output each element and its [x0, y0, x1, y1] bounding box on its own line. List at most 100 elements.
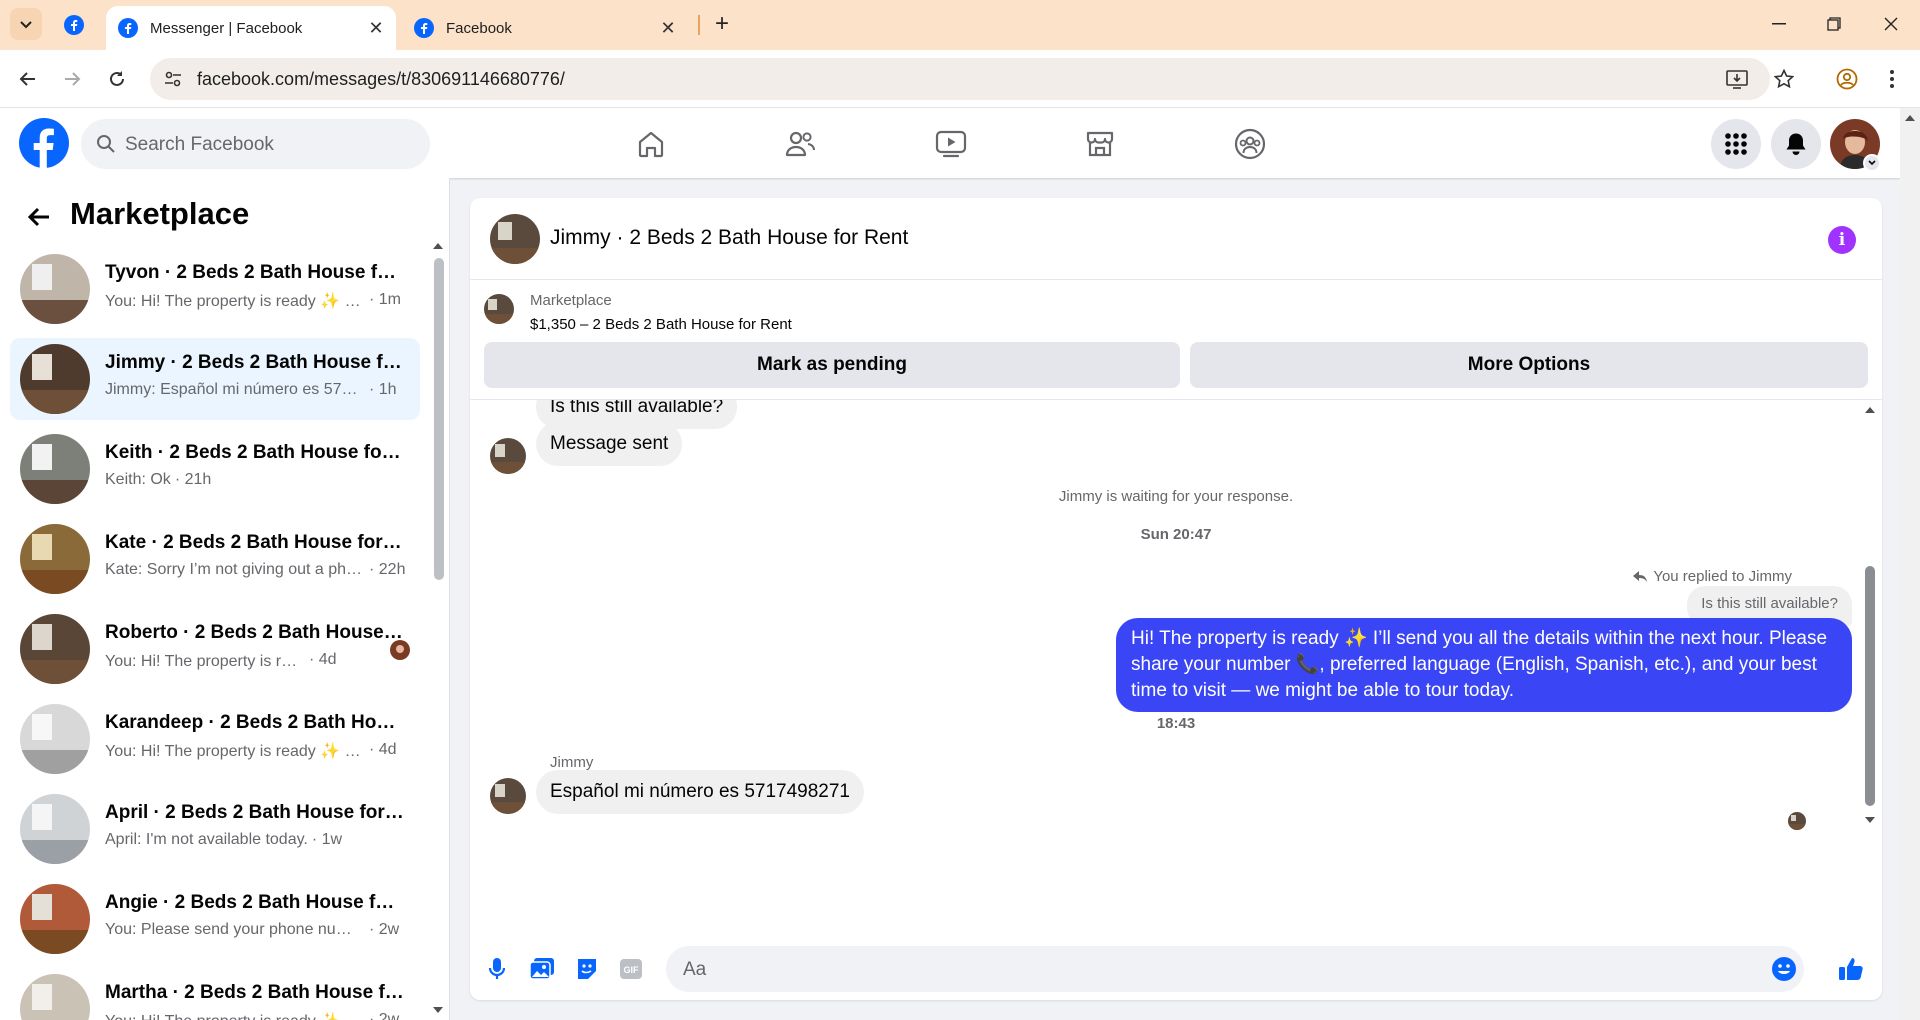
conversation-avatar — [20, 794, 90, 864]
sticker-icon[interactable] — [572, 954, 602, 984]
address-bar[interactable]: facebook.com/messages/t/830691146680776/ — [150, 58, 1794, 100]
arrow-right-icon — [65, 72, 81, 86]
conversation-item[interactable]: Jimmy · 2 Beds 2 Bath House for Rent Jimm… — [10, 338, 420, 420]
conversation-preview: Jimmy: Español mi número es 5717498271 — [105, 381, 365, 398]
listing-thumbnail[interactable] — [484, 294, 514, 324]
home-nav-icon[interactable] — [629, 122, 673, 166]
install-app-icon[interactable] — [1726, 69, 1748, 89]
tab-title: Messenger | Facebook — [150, 19, 303, 37]
read-receipt-avatar — [1788, 812, 1806, 830]
gif-icon[interactable]: GIF — [616, 954, 646, 984]
menu-grid-button[interactable] — [1711, 119, 1761, 169]
scroll-down-arrow-icon — [433, 1007, 443, 1013]
photo-icon[interactable] — [527, 954, 557, 984]
message-sent-notice[interactable]: Message sent — [536, 422, 683, 466]
facebook-logo[interactable] — [19, 118, 69, 168]
message-bubble-incoming[interactable]: Español mi número es 5717498271 — [536, 770, 864, 814]
conversation-avatar — [20, 344, 90, 414]
profile-button[interactable] — [1829, 61, 1865, 97]
microphone-icon[interactable] — [482, 954, 512, 984]
conversation-time: · 21h — [174, 471, 212, 488]
tab-messenger[interactable]: Messenger | Facebook ✕ — [106, 6, 396, 50]
conversation-item[interactable]: Keith · 2 Beds 2 Bath House for Rent Keit… — [10, 428, 420, 510]
conversation-preview-row: You: Hi! The property is ready ✨ I’ll se… — [105, 651, 337, 671]
search-placeholder: Search Facebook — [125, 134, 274, 155]
scroll-up-arrow-icon — [1865, 407, 1875, 413]
restore-button[interactable] — [1805, 6, 1863, 42]
conversation-name: Angie · 2 Beds 2 Bath House for Rent — [105, 892, 405, 913]
mark-as-pending-button[interactable]: Mark as pending — [484, 342, 1180, 388]
page-scrollbar[interactable] — [1900, 108, 1920, 1020]
facebook-icon — [64, 15, 84, 35]
timestamp: 18:43 — [1156, 715, 1196, 732]
groups-nav-icon[interactable] — [1228, 122, 1272, 166]
conversation-item[interactable]: Tyvon · 2 Beds 2 Bath House for Rent You:… — [10, 248, 420, 330]
thumbs-up-icon[interactable] — [1836, 954, 1866, 984]
close-tab-icon[interactable]: ✕ — [366, 18, 386, 38]
search-icon — [96, 134, 116, 154]
conversation-item[interactable]: Kate · 2 Beds 2 Bath House for Rent Kate:… — [10, 518, 420, 600]
conversation-time: · 1h — [369, 381, 397, 398]
conversation-time: · 1m — [369, 291, 401, 308]
friends-nav-icon[interactable] — [778, 122, 822, 166]
conversation-time: · 1w — [311, 831, 343, 848]
search-box[interactable]: Search Facebook — [81, 119, 430, 169]
message-bubble-outgoing[interactable]: Hi! The property is ready ✨ I’ll send yo… — [1116, 618, 1852, 712]
back-button[interactable] — [10, 61, 46, 97]
tab-search-button[interactable] — [10, 8, 42, 40]
conversation-avatar — [20, 434, 90, 504]
back-arrow-button[interactable] — [20, 198, 58, 236]
scroll-up-arrow-icon — [433, 243, 443, 249]
sidebar-scroll-thumb[interactable] — [434, 258, 444, 580]
forward-button[interactable] — [54, 61, 90, 97]
conversation-preview-row: You: Hi! The property is ready ✨ I’ll se… — [105, 291, 401, 311]
message-scroll-thumb[interactable] — [1865, 566, 1875, 806]
conversation-item[interactable]: April · 2 Beds 2 Bath House for Rent Apri… — [10, 788, 420, 870]
conversation-preview-row: Kate: Sorry I’m not giving out a phone n… — [105, 561, 405, 579]
close-tab-icon[interactable]: ✕ — [658, 18, 678, 38]
tab-title: Facebook — [446, 19, 512, 37]
conversation-item[interactable]: Martha · 2 Beds 2 Bath House for Rent You… — [10, 968, 420, 1020]
conversation-name: Martha · 2 Beds 2 Bath House for Rent — [105, 982, 405, 1003]
chat-title[interactable]: Jimmy · 2 Beds 2 Bath House for Rent — [550, 226, 908, 250]
chat-header: Jimmy · 2 Beds 2 Bath House for Rent i — [470, 198, 1882, 280]
arrow-left-icon — [19, 72, 35, 86]
bookmark-star-icon[interactable] — [1774, 69, 1794, 89]
notifications-button[interactable] — [1771, 119, 1821, 169]
url-text[interactable]: facebook.com/messages/t/830691146680776/ — [197, 69, 565, 90]
reload-button[interactable] — [99, 61, 135, 97]
conversation-item[interactable]: Roberto · 2 Beds 2 Bath House for Rent Yo… — [10, 608, 420, 690]
account-chevron-icon[interactable] — [1863, 154, 1881, 172]
conversation-time: · 4d — [369, 741, 397, 758]
chat-avatar[interactable] — [490, 214, 540, 264]
conversation-item[interactable]: Karandeep · 2 Beds 2 Bath House for Rent… — [10, 698, 420, 780]
conversation-item[interactable]: Angie · 2 Beds 2 Bath House for Rent You:… — [10, 878, 420, 960]
chevron-down-icon — [20, 21, 32, 29]
browser-menu-button[interactable] — [1874, 61, 1910, 97]
minimize-button[interactable] — [1750, 6, 1808, 42]
site-info-icon[interactable] — [164, 70, 182, 88]
conversation-preview: You: Hi! The property is ready ✨ I’ll se… — [105, 1011, 365, 1020]
conversation-time: · 4d — [309, 651, 337, 668]
video-nav-icon[interactable] — [929, 122, 973, 166]
conversation-time: · 2w — [369, 921, 400, 938]
more-options-button[interactable]: More Options — [1190, 342, 1868, 388]
sender-avatar[interactable] — [490, 778, 526, 814]
marketplace-nav-icon[interactable] — [1078, 122, 1122, 166]
browser-tab-strip: Messenger | Facebook ✕ Facebook ✕ + — [0, 0, 1920, 50]
listing-banner: Marketplace $1,350 – 2 Beds 2 Bath House… — [470, 280, 1882, 400]
pinned-tab-facebook[interactable] — [58, 11, 90, 39]
listing-price[interactable]: $1,350 – 2 Beds 2 Bath House for Rent — [530, 316, 792, 333]
close-window-button[interactable] — [1862, 6, 1920, 42]
info-icon[interactable]: i — [1828, 226, 1856, 254]
tab-facebook[interactable]: Facebook ✕ — [402, 6, 688, 50]
reply-icon — [1633, 570, 1648, 582]
conversation-preview-row: April: I'm not available today. · 1w — [105, 831, 342, 849]
message-composer: GIF Aa — [470, 940, 1882, 1000]
sender-name: Jimmy — [550, 754, 594, 771]
message-scrollbar[interactable] — [1863, 400, 1877, 930]
sender-avatar[interactable] — [490, 438, 526, 474]
emoji-icon[interactable] — [1771, 956, 1797, 982]
new-tab-button[interactable]: + — [708, 10, 736, 38]
message-input[interactable]: Aa — [666, 946, 1804, 992]
